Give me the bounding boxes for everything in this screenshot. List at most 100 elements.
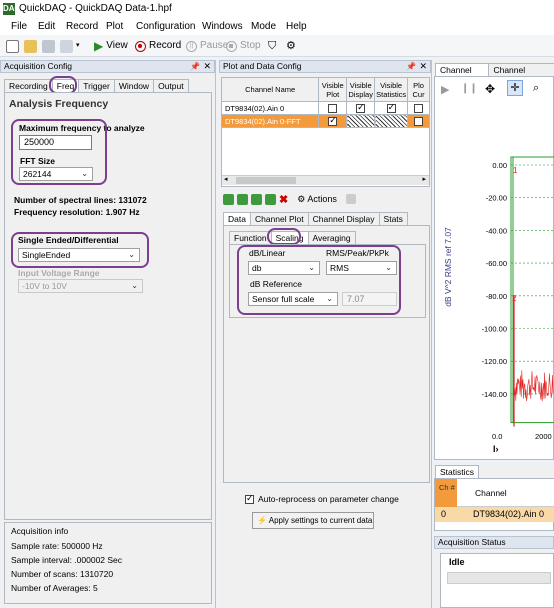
hatched-cell: [346, 114, 376, 128]
record-icon: [135, 40, 146, 52]
number-of-scans-text: Number of scans: 1310720: [11, 569, 114, 579]
visible-statistics-checkbox[interactable]: [374, 101, 409, 115]
hatched-cell: [374, 114, 409, 128]
acquisition-config-panel: Acquisition Config 📌 ✕ Recording Freq Tr…: [0, 60, 216, 608]
channel-grid: Channel Name Visible Plot Visible Displa…: [220, 77, 430, 128]
tab-channel-display-view[interactable]: Channel Display: [488, 63, 554, 86]
scroll-thumb[interactable]: [236, 177, 296, 184]
tab-output[interactable]: Output: [153, 79, 189, 92]
menu-record[interactable]: Record: [66, 21, 98, 32]
scroll-end-icon[interactable]: I›: [493, 444, 499, 454]
acquisition-config-header: Acquisition Config 📌 ✕: [0, 60, 215, 73]
menu-plot[interactable]: Plot: [106, 21, 123, 32]
tab-function[interactable]: Function: [229, 231, 272, 244]
acquisition-status-panel: Acquisition Status Idle: [434, 536, 554, 608]
export-icon[interactable]: ▾: [60, 39, 80, 53]
menu-help[interactable]: Help: [286, 21, 307, 32]
tab-data[interactable]: Data: [223, 212, 251, 225]
plot-cursor-checkbox[interactable]: [407, 101, 430, 115]
pause-button[interactable]: || Pause: [186, 39, 228, 53]
spectral-lines-text: Number of spectral lines: 131072: [14, 195, 147, 205]
stats-ch-cell: 0: [441, 509, 447, 519]
freq-resolution-text: Frequency resolution: 1.907 Hz: [14, 207, 140, 217]
lightning-icon: ⚡: [257, 516, 267, 525]
tab-recording[interactable]: Recording: [4, 79, 53, 92]
auto-reprocess-checkbox[interactable]: [245, 493, 254, 504]
tab-channel-display[interactable]: Channel Display: [307, 212, 380, 225]
filter-icon[interactable]: ⛉: [268, 39, 276, 53]
new-file-icon[interactable]: [6, 39, 19, 53]
close-icon[interactable]: ✕: [419, 61, 427, 72]
columns-icon[interactable]: [345, 194, 356, 204]
add-fft-icon[interactable]: [237, 193, 248, 205]
visible-plot-checkbox[interactable]: [318, 114, 348, 128]
data-tab-content: Function Scaling Averaging dB/Linear db ⌄…: [223, 225, 430, 483]
stats-col-ch: Ch #: [435, 479, 457, 507]
auto-reprocess-option[interactable]: Auto-reprocess on parameter change: [245, 493, 399, 504]
tab-stats[interactable]: Stats: [378, 212, 408, 225]
close-icon[interactable]: ✕: [203, 61, 211, 72]
add-channel-icon[interactable]: [223, 193, 234, 205]
menu-file[interactable]: File: [11, 21, 27, 32]
statistics-grid: Ch # Channel 0 DT9834(02).Ain 0: [434, 478, 554, 531]
highlight-scaling-tab: [267, 228, 301, 245]
visible-plot-checkbox[interactable]: [318, 101, 348, 115]
play-icon: ▶: [94, 39, 104, 53]
stop-icon: [226, 40, 237, 52]
channel-plot-panel: Channel Plot Channel Display ▶ ❙❙ ✥ ✛ ⌕ …: [434, 60, 554, 460]
tab-channel-plot[interactable]: Channel Plot: [249, 212, 309, 225]
channel-actions-toolbar: ✖ ⚙ Actions: [223, 192, 356, 206]
y-tick-label: -140.00: [482, 390, 507, 399]
table-row[interactable]: DT9834(02).Ain 0: [220, 101, 430, 115]
view-button[interactable]: ▶ View: [94, 39, 128, 53]
stop-button[interactable]: Stop: [226, 39, 261, 53]
menu-configuration[interactable]: Configuration: [136, 21, 195, 32]
y-tick-label: -120.00: [482, 357, 507, 366]
tab-statistics[interactable]: Statistics: [435, 465, 480, 478]
y-tick-label: -100.00: [482, 325, 507, 334]
pin-icon[interactable]: 📌: [190, 61, 200, 72]
save-icon[interactable]: [42, 39, 55, 53]
input-voltage-range-select[interactable]: -10V to 10V ⌄: [18, 279, 143, 293]
tab-channel-plot-view[interactable]: Channel Plot: [435, 63, 490, 86]
col-channel-name: Channel Name: [220, 77, 320, 102]
settings-icon[interactable]: ⚙: [286, 39, 296, 53]
tab-trigger[interactable]: Trigger: [78, 79, 115, 92]
pdc-tabs: Data Channel Plot Channel Display Stats: [223, 212, 408, 225]
apply-settings-button[interactable]: ⚡ Apply settings to current data: [252, 512, 374, 529]
pin-icon[interactable]: 📌: [406, 61, 416, 72]
table-row[interactable]: DT9834(02).Ain 0-FFT: [220, 114, 430, 128]
acquisition-info-title: Acquisition info: [11, 526, 69, 536]
table-row[interactable]: 0 DT9834(02).Ain 0: [435, 507, 554, 522]
menu-bar: File Edit Record Plot Configuration Wind…: [0, 18, 554, 35]
acquisition-info-box: Acquisition info Sample rate: 500000 Hz …: [4, 522, 212, 604]
highlight-scaling-options: [237, 245, 401, 315]
plot-data-config-header: Plot and Data Config 📌 ✕: [219, 60, 431, 73]
col-visible-plot: Visible Plot: [318, 77, 348, 102]
record-button[interactable]: Record: [135, 39, 181, 53]
scroll-left-icon[interactable]: ◂: [224, 175, 228, 183]
add-math-icon[interactable]: [251, 193, 262, 205]
tab-averaging[interactable]: Averaging: [307, 231, 356, 244]
freq-tab-content: Analysis Frequency Maximum frequency to …: [4, 92, 212, 520]
plot-cursor-checkbox[interactable]: [407, 114, 430, 128]
spectrum-svg: 0.00 -20.00 -40.00 -60.00 -80.00 -100.00 -120.…: [482, 156, 554, 427]
grid-scrollbar[interactable]: ◂ ▸: [222, 175, 429, 185]
menu-windows[interactable]: Windows: [202, 21, 243, 32]
acq-tabs: Recording Freq Trigger Window Output: [4, 79, 189, 92]
sample-interval-text: Sample interval: .000002 Sec: [11, 555, 123, 565]
add-filter-icon[interactable]: [265, 193, 276, 205]
actions-button[interactable]: ⚙ Actions: [297, 194, 337, 205]
scroll-right-icon[interactable]: ▸: [422, 175, 426, 183]
stats-col-channel: Channel: [475, 488, 507, 498]
status-text: Idle: [449, 557, 465, 567]
toolbar: ▾ ▶ View Record || Pause Stop ⛉ ⚙: [0, 35, 554, 57]
tab-window[interactable]: Window: [113, 79, 155, 92]
menu-mode[interactable]: Mode: [251, 21, 276, 32]
visible-display-checkbox[interactable]: [346, 101, 376, 115]
col-plot-cursor: Plo Cur: [407, 77, 430, 102]
menu-edit[interactable]: Edit: [38, 21, 55, 32]
highlight-single-ended: [11, 232, 149, 268]
open-folder-icon[interactable]: [24, 39, 37, 53]
delete-icon[interactable]: ✖: [279, 193, 288, 206]
